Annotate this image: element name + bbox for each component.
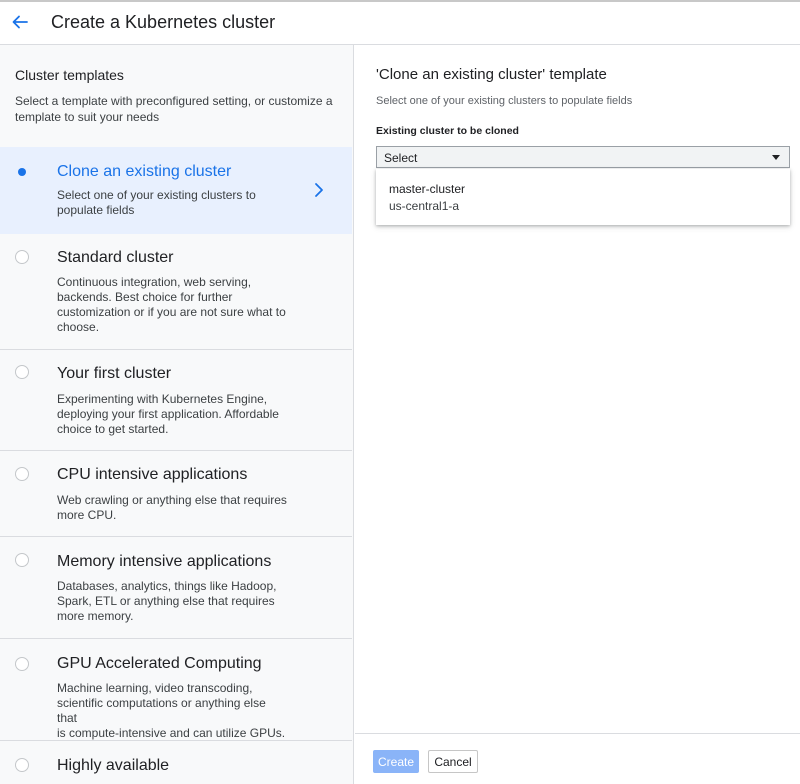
radio-unselected[interactable] bbox=[15, 758, 29, 772]
chevron-right-icon[interactable] bbox=[313, 182, 325, 198]
template-description-line: populate fields bbox=[57, 203, 135, 217]
option-cluster-name: master-cluster bbox=[389, 182, 466, 196]
template-description-line: Spark, ETL or anything else that require… bbox=[57, 594, 275, 608]
template-description-line: customization or if you are not sure wha… bbox=[57, 305, 286, 319]
sidebar-description: Select a template with preconfigured set… bbox=[15, 94, 333, 124]
template-title: GPU Accelerated Computing bbox=[57, 655, 262, 672]
template-gpu-accelerated[interactable]: GPU Accelerated Computing Machine learni… bbox=[0, 639, 352, 741]
footer-divider bbox=[355, 733, 800, 734]
template-description: Experimenting with Kubernetes Engine, de… bbox=[57, 392, 289, 437]
template-memory-intensive[interactable]: Memory intensive applications Databases,… bbox=[0, 537, 352, 639]
panel-title: 'Clone an existing cluster' template bbox=[376, 66, 607, 83]
template-description-line: Web crawling or anything else that requi… bbox=[57, 493, 287, 507]
radio-unselected[interactable] bbox=[15, 553, 29, 567]
template-description: Web crawling or anything else that requi… bbox=[57, 493, 289, 523]
template-title: Standard cluster bbox=[57, 249, 174, 266]
template-title: Your first cluster bbox=[57, 365, 172, 382]
radio-unselected[interactable] bbox=[15, 250, 29, 264]
template-description-line: scientific computations or anything else… bbox=[57, 696, 266, 725]
radio-unselected[interactable] bbox=[15, 467, 29, 481]
option-cluster-zone: us-central1-a bbox=[389, 199, 460, 213]
arrow-back-icon[interactable] bbox=[10, 12, 30, 32]
sidebar-header: Cluster templates Select a template with… bbox=[15, 67, 335, 125]
template-description-line: choice to get started. bbox=[57, 422, 169, 436]
template-cpu-intensive[interactable]: CPU intensive applications Web crawling … bbox=[0, 451, 352, 537]
panel-subtitle: Select one of your existing clusters to … bbox=[376, 95, 633, 107]
sidebar-title: Cluster templates bbox=[15, 67, 124, 83]
template-description: Select one of your existing clusters to … bbox=[57, 188, 289, 218]
template-description: Machine learning, video transcoding, sci… bbox=[57, 681, 289, 741]
template-description-line: more memory. bbox=[57, 609, 134, 623]
field-label: Existing cluster to be cloned bbox=[376, 125, 519, 137]
template-description-line: Machine learning, video transcoding, bbox=[57, 681, 253, 695]
template-description-line: Continuous integration, web serving, bbox=[57, 275, 252, 289]
template-highly-available[interactable]: Highly available bbox=[0, 741, 352, 784]
template-description-line: deploying your first application. Afford… bbox=[57, 407, 279, 421]
radio-unselected[interactable] bbox=[15, 657, 29, 671]
template-standard-cluster[interactable]: Standard cluster Continuous integration,… bbox=[0, 234, 352, 350]
template-title: Clone an existing cluster bbox=[57, 163, 232, 180]
template-description-line: more CPU. bbox=[57, 508, 117, 522]
radio-unselected[interactable] bbox=[15, 365, 29, 379]
template-title: Highly available bbox=[57, 757, 170, 774]
template-description-line: choose. bbox=[57, 320, 100, 334]
select-value: Select bbox=[384, 151, 418, 165]
template-description-line: is compute-intensive and can utilize GPU… bbox=[57, 726, 286, 740]
page-title: Create a Kubernetes cluster bbox=[51, 12, 276, 32]
template-description-line: Databases, analytics, things like Hadoop… bbox=[57, 579, 277, 593]
dropdown-option-master-cluster[interactable]: master-cluster us-central1-a bbox=[376, 169, 790, 225]
page-header: Create a Kubernetes cluster bbox=[0, 2, 800, 45]
template-title: Memory intensive applications bbox=[57, 553, 272, 570]
dropdown-menu: master-cluster us-central1-a bbox=[376, 169, 790, 225]
cluster-templates-sidebar: Cluster templates Select a template with… bbox=[0, 45, 354, 784]
create-button[interactable]: Create bbox=[373, 750, 419, 773]
cluster-select-dropdown[interactable]: Select bbox=[376, 146, 790, 168]
template-your-first-cluster[interactable]: Your first cluster Experimenting with Ku… bbox=[0, 350, 352, 451]
cancel-button[interactable]: Cancel bbox=[428, 750, 478, 773]
template-detail-panel: 'Clone an existing cluster' template Sel… bbox=[355, 45, 800, 784]
template-description-line: Experimenting with Kubernetes Engine, bbox=[57, 392, 268, 406]
template-description-line: Select one of your existing clusters to bbox=[57, 188, 256, 202]
radio-selected[interactable] bbox=[15, 165, 29, 179]
template-title: CPU intensive applications bbox=[57, 466, 248, 483]
template-clone-existing-cluster[interactable]: Clone an existing cluster Select one of … bbox=[0, 147, 352, 234]
template-description: Continuous integration, web serving, bac… bbox=[57, 275, 289, 335]
caret-down-icon bbox=[772, 155, 780, 160]
template-description: Databases, analytics, things like Hadoop… bbox=[57, 579, 289, 624]
template-description-line: backends. Best choice for further bbox=[57, 290, 233, 304]
